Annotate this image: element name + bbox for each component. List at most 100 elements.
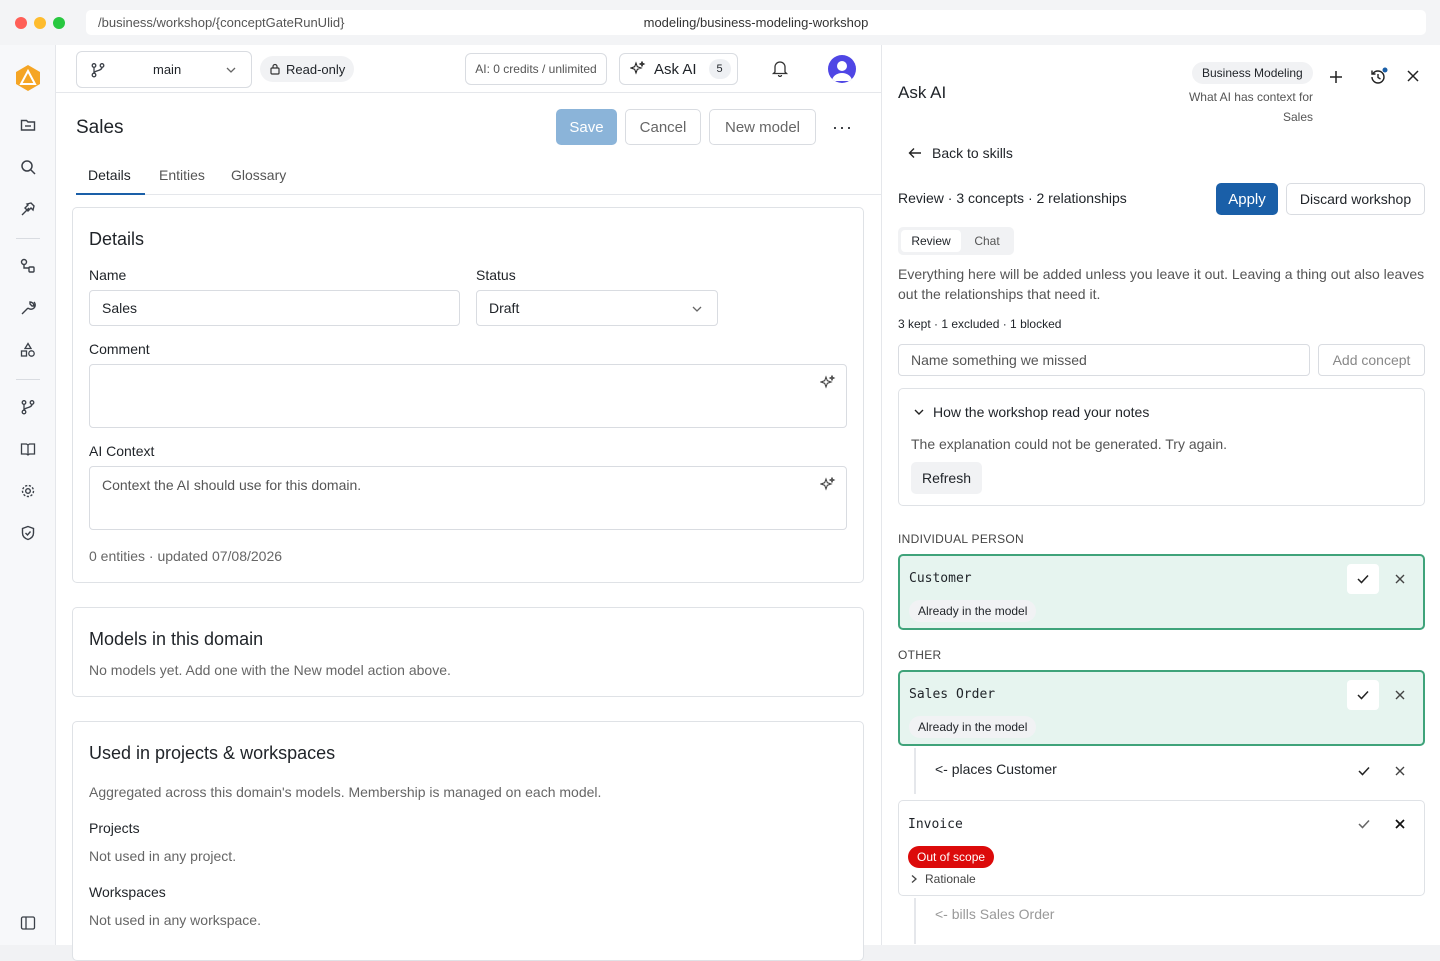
notes-toggle[interactable]: How the workshop read your notes [913,404,1149,420]
rail-divider [16,238,40,239]
maximize-window-button[interactable] [53,17,65,29]
workspaces-value: Not used in any workspace. [89,912,261,928]
readonly-badge: Read-only [260,56,355,82]
concept-status-chip: Already in the model [909,716,1037,738]
left-rail [0,45,56,945]
ai-context-label: AI Context [89,443,155,459]
ask-ai-label: Ask AI [654,60,697,78]
review-explanation: Everything here will be added unless you… [898,266,1425,302]
concept-status-chip: Out of scope [908,846,995,868]
chevron-down-icon [691,303,703,315]
discard-workshop-button[interactable]: Discard workshop [1286,183,1425,215]
segment-review[interactable]: Review [901,230,961,252]
models-heading: Models in this domain [89,629,264,649]
keep-check-button[interactable] [1347,680,1379,710]
tab-bar: Details Entities Glossary [76,159,881,195]
sparkle-icon[interactable] [820,375,836,391]
usage-description: Aggregated across this domain's models. … [89,784,602,800]
status-select[interactable]: Draft [476,290,718,326]
comment-textarea[interactable] [89,364,847,428]
models-empty-text: No models yet. Add one with the New mode… [89,662,451,678]
close-window-button[interactable] [15,17,27,29]
exclude-x-button[interactable] [1390,569,1410,589]
wrench-icon[interactable] [18,298,38,318]
exclude-x-button[interactable] [1390,761,1410,781]
refresh-button[interactable]: Refresh [911,462,982,494]
back-to-skills-link[interactable]: Back to skills [908,145,1013,161]
lock-icon [269,63,281,75]
branch-icon[interactable] [18,397,38,417]
search-icon[interactable] [18,157,38,177]
name-input[interactable]: Sales [89,290,460,326]
relationship-label: <- places Customer [935,761,1057,777]
ask-ai-button[interactable]: Ask AI 5 [619,53,738,85]
address-bar[interactable]: /business/workshop/{conceptGateRunUlid} … [86,10,1426,35]
rail-divider [16,379,40,380]
cancel-button[interactable]: Cancel [625,109,701,145]
notes-error: The explanation could not be generated. … [911,436,1227,452]
context-text: What AI has context for Sales [1188,90,1313,124]
review-summary: Review · 3 concepts · 2 relationships [898,190,1127,206]
comment-label: Comment [89,341,150,357]
rationale-label: Rationale [925,872,976,886]
close-icon[interactable] [1406,69,1420,83]
context-chip[interactable]: Business Modeling [1192,62,1313,84]
chevron-down-icon [913,406,925,418]
branch-selector[interactable]: main [76,51,252,88]
tab-glossary[interactable]: Glossary [231,167,286,183]
gear-icon[interactable] [18,481,38,501]
status-value: Draft [489,300,520,316]
ai-context-textarea[interactable]: Context the AI should use for this domai… [89,466,847,530]
minimize-window-button[interactable] [34,17,46,29]
review-chat-toggle: Review Chat [898,227,1014,255]
details-meta: 0 entities · updated 07/08/2026 [89,548,283,564]
folder-icon[interactable] [18,115,38,135]
missed-concept-input[interactable]: Name something we missed [898,344,1310,376]
nodes-icon[interactable] [18,256,38,276]
arrow-left-icon [908,146,922,160]
exclude-x-button[interactable] [1390,814,1410,834]
more-options-button[interactable]: ··· [832,117,853,138]
exclude-x-button[interactable] [1390,685,1410,705]
plus-icon[interactable] [1328,69,1344,85]
book-icon[interactable] [18,439,38,459]
top-toolbar: main Read-only AI: 0 credits / unlimited… [56,45,881,93]
tab-details[interactable]: Details [88,167,131,183]
hammer-icon[interactable] [18,199,38,219]
bell-icon[interactable] [771,59,789,77]
sparkle-icon[interactable] [820,477,836,493]
workshop-notes-section: How the workshop read your notes The exp… [898,388,1425,506]
ai-credits: AI: 0 credits / unlimited [465,53,607,85]
details-card: Details Name Sales Status Draft Comment … [72,207,864,583]
shield-icon[interactable] [18,523,38,543]
review-counts: 3 kept · 1 excluded · 1 blocked [898,317,1062,331]
save-button[interactable]: Save [556,109,617,145]
concept-card: Invoice Out of scope Rationale [898,800,1425,896]
keep-check-button[interactable] [1347,564,1379,594]
rationale-toggle[interactable]: Rationale [909,872,976,886]
history-icon[interactable] [1368,67,1388,87]
url-title: modeling/business-modeling-workshop [643,15,869,30]
tab-entities[interactable]: Entities [159,167,205,183]
relationship-row: <- places Customer [914,748,1425,794]
section-individual-person: INDIVIDUAL PERSON [898,532,1025,546]
branch-icon [90,62,106,78]
shapes-icon[interactable] [18,340,38,360]
name-label: Name [89,267,127,283]
sparkle-icon [630,61,646,77]
segment-chat[interactable]: Chat [964,230,1010,252]
chevron-right-icon [909,874,919,884]
apply-button[interactable]: Apply [1216,183,1278,215]
avatar[interactable] [828,55,856,83]
main-content: main Read-only AI: 0 credits / unlimited… [56,45,881,961]
relationship-label: <- bills Sales Order [935,906,1055,922]
concept-card: Sales Order Already in the model [898,670,1425,746]
new-model-button[interactable]: New model [709,109,816,145]
concept-status-chip: Already in the model [909,600,1037,622]
ask-ai-panel: Ask AI Business Modeling What AI has con… [881,45,1440,945]
app-logo[interactable] [12,62,44,94]
keep-check-button[interactable] [1354,761,1374,781]
add-concept-button[interactable]: Add concept [1318,344,1425,376]
sidebar-toggle-icon[interactable] [18,913,38,933]
keep-check-button[interactable] [1354,814,1374,834]
